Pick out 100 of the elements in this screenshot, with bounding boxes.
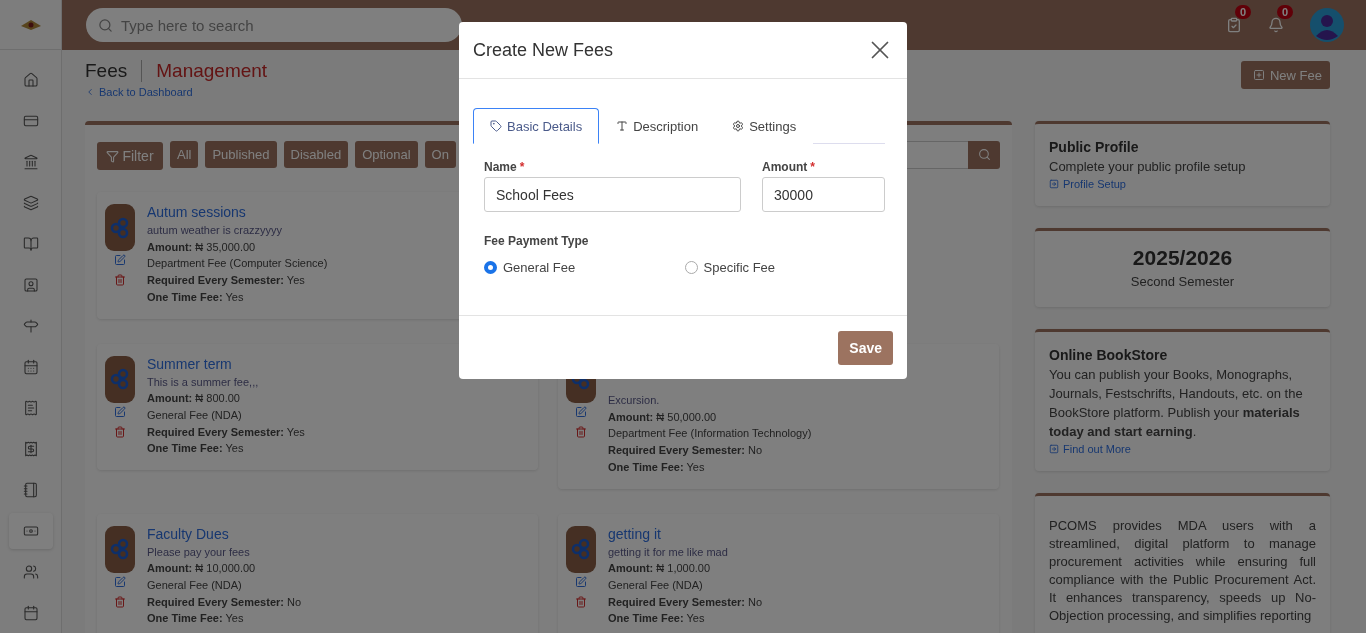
- fee-detail: Amount: ₦ 50,000.00: [608, 409, 718, 425]
- semester-text: Second Semester: [1130, 273, 1235, 291]
- fee-detail: Required Every Semester: No: [608, 594, 763, 610]
- edit-icon[interactable]: [575, 405, 587, 418]
- delete-icon[interactable]: [114, 595, 126, 608]
- users-icon: [22, 564, 39, 580]
- filter-chip[interactable]: Optional: [355, 141, 418, 168]
- calendar-icon: [22, 359, 39, 375]
- signpost-icon: [22, 318, 39, 334]
- fee-tile-icon: [566, 525, 596, 573]
- sidebar-item[interactable]: [8, 513, 53, 549]
- fee-detail: One Time Fee: Yes: [608, 611, 706, 627]
- input-field[interactable]: School Fees: [484, 177, 741, 212]
- fee-detail: One Time Fee: Yes: [608, 459, 706, 475]
- delete-icon[interactable]: [575, 425, 587, 438]
- fee-title[interactable]: Autum sessions: [147, 204, 328, 221]
- radio-icon[interactable]: [484, 261, 497, 274]
- card-text: Complete your public profile setup: [1049, 158, 1247, 176]
- field-label: Name *: [484, 160, 526, 174]
- dialog-title: Create New Fees: [473, 39, 614, 61]
- fee-detail: Amount: ₦ 10,000.00: [147, 561, 257, 576]
- fee-detail: Required Every Semester: No: [147, 594, 302, 610]
- notebook-icon: [22, 482, 39, 498]
- fee-tile-icon: [105, 355, 135, 403]
- clipboard-icon[interactable]: [1226, 17, 1242, 33]
- back-link[interactable]: Back to Dashboard: [85, 86, 268, 98]
- fee-tile-icon: [105, 525, 135, 573]
- fee-tile-icon: [105, 204, 135, 251]
- logo-icon[interactable]: [19, 18, 42, 31]
- fee-title[interactable]: Faculty Dues: [147, 525, 302, 543]
- fee-description: Please pay your fees: [147, 544, 251, 560]
- search-icon: [98, 17, 113, 33]
- building-icon: [22, 154, 39, 170]
- fee-detail: Amount: ₦ 35,000.00: [147, 239, 257, 255]
- card-text: You can publish your Books, Monographs, Journals, Festschrifts, Handouts, etc. on the BookStore platform. Publish your materials today and start earning.: [1049, 366, 1304, 441]
- fee-detail: Department Fee (Information Technology): [608, 426, 812, 442]
- settings-icon: [732, 120, 745, 132]
- fee-description: Excursion.: [608, 393, 661, 408]
- search-field[interactable]: Type here to search: [86, 8, 462, 42]
- layers-icon: [22, 195, 39, 211]
- count-badge: 0: [1276, 5, 1293, 19]
- card-title: Public Profile: [1049, 139, 1140, 155]
- filter-icon: [106, 149, 120, 163]
- delete-icon[interactable]: [575, 595, 587, 608]
- edit-icon[interactable]: [114, 254, 126, 266]
- radio-option[interactable]: General Fee: [484, 260, 685, 275]
- banknote-icon: [22, 523, 39, 539]
- fee-detail: Amount: ₦ 800.00: [147, 391, 241, 406]
- fee-detail: One Time Fee: Yes: [147, 289, 245, 305]
- calendar-icon: [22, 605, 39, 621]
- edit-icon[interactable]: [575, 575, 587, 588]
- fee-title[interactable]: Summer term: [147, 355, 305, 373]
- receipt-icon: [22, 441, 39, 457]
- fee-title[interactable]: getting it: [608, 525, 763, 543]
- fee-detail: Required Every Semester: Yes: [147, 273, 306, 288]
- fee-detail: Amount: ₦ 1,000.00: [608, 561, 712, 576]
- fee-detail: General Fee (NDA): [608, 577, 704, 593]
- tab[interactable]: Basic Details: [473, 108, 600, 144]
- find-out-more-link[interactable]: Find out More: [1049, 443, 1316, 455]
- fee-detail: Required Every Semester: Yes: [147, 424, 305, 440]
- edit-icon[interactable]: [114, 405, 126, 418]
- fee-detail: One Time Fee: Yes: [147, 611, 245, 627]
- text-icon: [616, 120, 629, 132]
- fee-description: getting it for me like mad: [608, 544, 729, 560]
- input-field[interactable]: 30000: [762, 177, 885, 212]
- avatar-icon[interactable]: [1310, 8, 1344, 42]
- filter-chip[interactable]: All: [170, 141, 199, 168]
- edit-icon[interactable]: [114, 575, 126, 588]
- save-button[interactable]: Save: [838, 331, 893, 365]
- filter-button[interactable]: Filter: [97, 142, 163, 170]
- fee-detail: Department Fee (Computer Science): [147, 256, 328, 272]
- new-fee-button[interactable]: New Fee: [1240, 61, 1330, 89]
- tag-icon: [490, 120, 502, 132]
- fee-detail: General Fee (NDA): [147, 407, 243, 423]
- bell-icon[interactable]: [1268, 17, 1284, 33]
- delete-icon[interactable]: [114, 274, 126, 286]
- search-icon: [977, 148, 991, 161]
- fee-detail: One Time Fee: Yes: [147, 441, 245, 457]
- arrow-square-icon: [1049, 179, 1059, 189]
- card-icon: [22, 113, 39, 129]
- session-year: 2025/2026: [1132, 246, 1233, 270]
- radio-option[interactable]: Specific Fee: [684, 260, 885, 275]
- profile-setup-link[interactable]: Profile Setup: [1049, 178, 1316, 190]
- fee-description: autum weather is crazzyyyy: [147, 223, 284, 238]
- field-label: Fee Payment Type: [483, 233, 590, 248]
- fee-detail: Required Every Semester: No: [608, 443, 764, 458]
- filter-chip[interactable]: On: [424, 141, 456, 168]
- fee-detail: General Fee (NDA): [147, 577, 243, 593]
- contact-icon: [22, 277, 39, 293]
- field-label: Amount *: [762, 160, 816, 174]
- book-icon: [22, 236, 39, 252]
- home-icon: [22, 72, 39, 88]
- fee-description: This is a summer fee,,,: [147, 374, 260, 390]
- filter-chip[interactable]: Published: [205, 141, 277, 168]
- page-subtitle: Management: [155, 60, 268, 82]
- delete-icon[interactable]: [114, 425, 126, 438]
- count-badge: 0: [1234, 5, 1251, 19]
- search-button[interactable]: [968, 140, 1000, 169]
- filter-chip[interactable]: Disabled: [283, 141, 349, 168]
- page-title: Fees: [85, 60, 143, 82]
